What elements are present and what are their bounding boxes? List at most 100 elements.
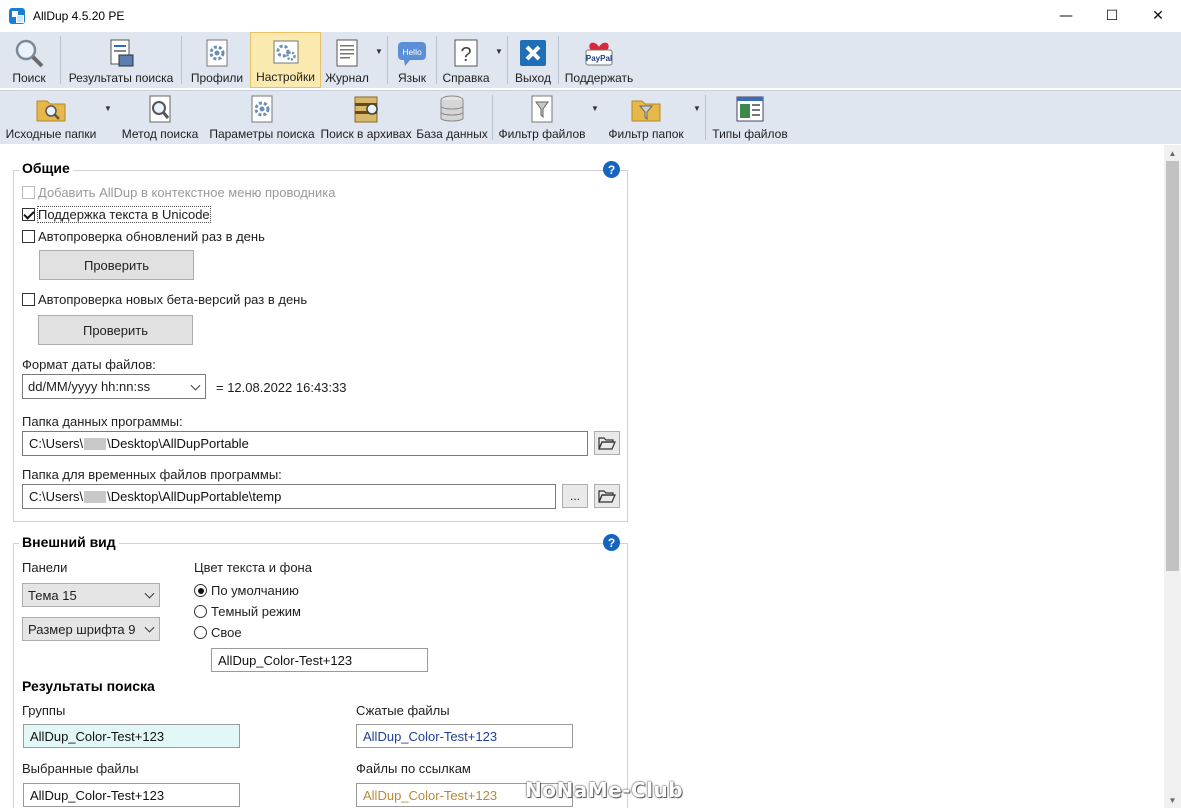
auto-update-option[interactable]: Автопроверка обновлений раз в день	[22, 229, 265, 244]
auto-beta-checkbox[interactable]	[22, 293, 35, 306]
help-question-icon: ?	[454, 39, 478, 67]
scroll-up-arrow[interactable]: ▲	[1164, 145, 1181, 161]
general-help-icon[interactable]: ?	[603, 161, 620, 178]
radio-custom-button[interactable]	[194, 626, 207, 639]
auto-beta-option[interactable]: Автопроверка новых бета-версий раз в ден…	[22, 292, 307, 307]
radio-custom[interactable]: Свое	[194, 625, 242, 640]
file-filter-button[interactable]: Фильтр файлов	[495, 91, 589, 144]
compressed-color-sample[interactable]: AllDup_Color-Test+123	[356, 724, 573, 748]
temp-folder-input[interactable]: C:\Users\ \Desktop\AllDupPortable\temp	[22, 484, 556, 509]
settings-panel: Общие ? Добавить AllDup в контекстное ме…	[0, 145, 1164, 808]
vertical-scrollbar[interactable]: ▲ ▼	[1164, 145, 1181, 808]
window-title: AllDup 4.5.20 PE	[33, 9, 125, 23]
browse-temp-folder-button[interactable]	[594, 484, 620, 508]
profiles-button[interactable]: Профили	[184, 32, 250, 88]
magnifier-icon	[15, 39, 44, 68]
data-folder-input[interactable]: C:\Users\ \Desktop\AllDupPortable	[22, 431, 588, 456]
search-params-gear-icon	[251, 95, 273, 123]
settings-gear-icon	[273, 40, 298, 64]
file-types-button[interactable]: Типы файлов	[708, 91, 792, 144]
linked-label: Файлы по ссылкам	[356, 761, 471, 776]
scroll-down-arrow[interactable]: ▼	[1164, 792, 1181, 808]
date-format-select[interactable]: dd/MM/yyyy hh:nn:ss	[22, 374, 206, 399]
context-menu-option: Добавить AllDup в контекстное меню прово…	[22, 185, 335, 200]
appearance-group-title: Внешний вид	[19, 534, 119, 550]
folder-filter-icon	[631, 100, 661, 122]
date-preview: = 12.08.2022 16:43:33	[216, 380, 347, 395]
context-menu-checkbox	[22, 186, 35, 199]
search-params-button[interactable]: Параметры поиска	[206, 91, 318, 144]
browse-data-folder-button[interactable]	[594, 431, 620, 455]
selected-color-sample[interactable]: AllDup_Color-Test+123	[23, 783, 240, 807]
general-group-title: Общие	[19, 160, 73, 176]
open-folder-icon	[598, 490, 616, 503]
archive-search-button[interactable]: Поиск в архивах	[318, 91, 414, 144]
check-beta-button[interactable]: Проверить	[38, 315, 193, 345]
chevron-down-icon	[144, 588, 155, 599]
results-subheading: Результаты поиска	[22, 678, 155, 694]
selected-label: Выбранные файлы	[22, 761, 139, 776]
theme-select[interactable]: Тема 15	[22, 583, 160, 607]
help-button[interactable]: ? Справка	[439, 32, 493, 88]
temp-folder-options-button[interactable]: ...	[562, 484, 588, 508]
minimize-button[interactable]: —	[1043, 0, 1089, 32]
search-method-icon	[149, 95, 171, 123]
unicode-option[interactable]: Поддержка текста в Unicode	[22, 206, 211, 223]
language-button[interactable]: Hello Язык	[390, 32, 434, 88]
database-button[interactable]: База данных	[414, 91, 490, 144]
svg-text:Hello: Hello	[402, 47, 422, 57]
scroll-thumb[interactable]	[1166, 161, 1179, 571]
exit-button[interactable]: Выход	[510, 32, 556, 88]
panels-label: Панели	[22, 560, 68, 575]
source-folders-dropdown-arrow[interactable]: ▼	[102, 91, 114, 144]
check-updates-button[interactable]: Проверить	[39, 250, 194, 280]
redacted-username	[84, 490, 107, 503]
secondary-toolbar: Исходные папки ▼ Метод поиска Параметры …	[0, 90, 1181, 144]
custom-color-sample[interactable]: AllDup_Color-Test+123	[211, 648, 428, 672]
watermark: NoNaMe-Club	[525, 778, 684, 802]
redacted-username	[84, 437, 107, 450]
folder-filter-button[interactable]: Фильтр папок	[601, 91, 691, 144]
profiles-gear-icon	[206, 39, 228, 67]
radio-dark[interactable]: Темный режим	[194, 604, 301, 619]
chevron-down-icon	[190, 380, 201, 391]
help-dropdown-arrow[interactable]: ▼	[493, 32, 505, 88]
donate-button[interactable]: PayPal Поддержать	[561, 32, 637, 88]
log-dropdown-arrow[interactable]: ▼	[373, 32, 385, 88]
open-folder-icon	[598, 437, 616, 450]
groups-label: Группы	[22, 703, 66, 718]
maximize-button[interactable]: ☐	[1089, 0, 1135, 32]
log-document-icon	[336, 39, 358, 67]
language-hello-icon: Hello	[398, 42, 426, 66]
date-format-label: Формат даты файлов:	[22, 357, 156, 372]
auto-update-checkbox[interactable]	[22, 230, 35, 243]
main-toolbar: Поиск Результаты поиска Профили Настройк…	[0, 32, 1181, 88]
search-button[interactable]: Поиск	[0, 32, 58, 88]
close-button[interactable]: ✕	[1135, 0, 1181, 32]
app-icon	[9, 8, 25, 24]
font-size-select[interactable]: Размер шрифта 9	[22, 617, 160, 641]
radio-default[interactable]: По умолчанию	[194, 583, 299, 598]
log-button[interactable]: Журнал	[321, 32, 373, 88]
archive-icon	[354, 96, 378, 123]
data-folder-label: Папка данных программы:	[22, 414, 183, 429]
folder-search-icon	[36, 100, 66, 122]
temp-folder-label: Папка для временных файлов программы:	[22, 467, 282, 482]
radio-default-button[interactable]	[194, 584, 207, 597]
search-method-button[interactable]: Метод поиска	[114, 91, 206, 144]
appearance-help-icon[interactable]: ?	[603, 534, 620, 551]
groups-color-sample[interactable]: AllDup_Color-Test+123	[23, 724, 240, 748]
search-results-button[interactable]: Результаты поиска	[63, 32, 179, 88]
exit-x-icon	[520, 40, 546, 66]
settings-button[interactable]: Настройки	[250, 32, 321, 88]
file-filter-dropdown-arrow[interactable]: ▼	[589, 91, 601, 144]
svg-text:?: ?	[460, 44, 471, 66]
color-label: Цвет текста и фона	[194, 560, 312, 575]
database-icon	[440, 95, 464, 122]
unicode-checkbox[interactable]	[22, 208, 35, 221]
radio-dark-button[interactable]	[194, 605, 207, 618]
file-types-icon	[736, 96, 764, 122]
folder-filter-dropdown-arrow[interactable]: ▼	[691, 91, 703, 144]
title-bar: AllDup 4.5.20 PE — ☐ ✕	[0, 0, 1181, 32]
source-folders-button[interactable]: Исходные папки	[0, 91, 102, 144]
